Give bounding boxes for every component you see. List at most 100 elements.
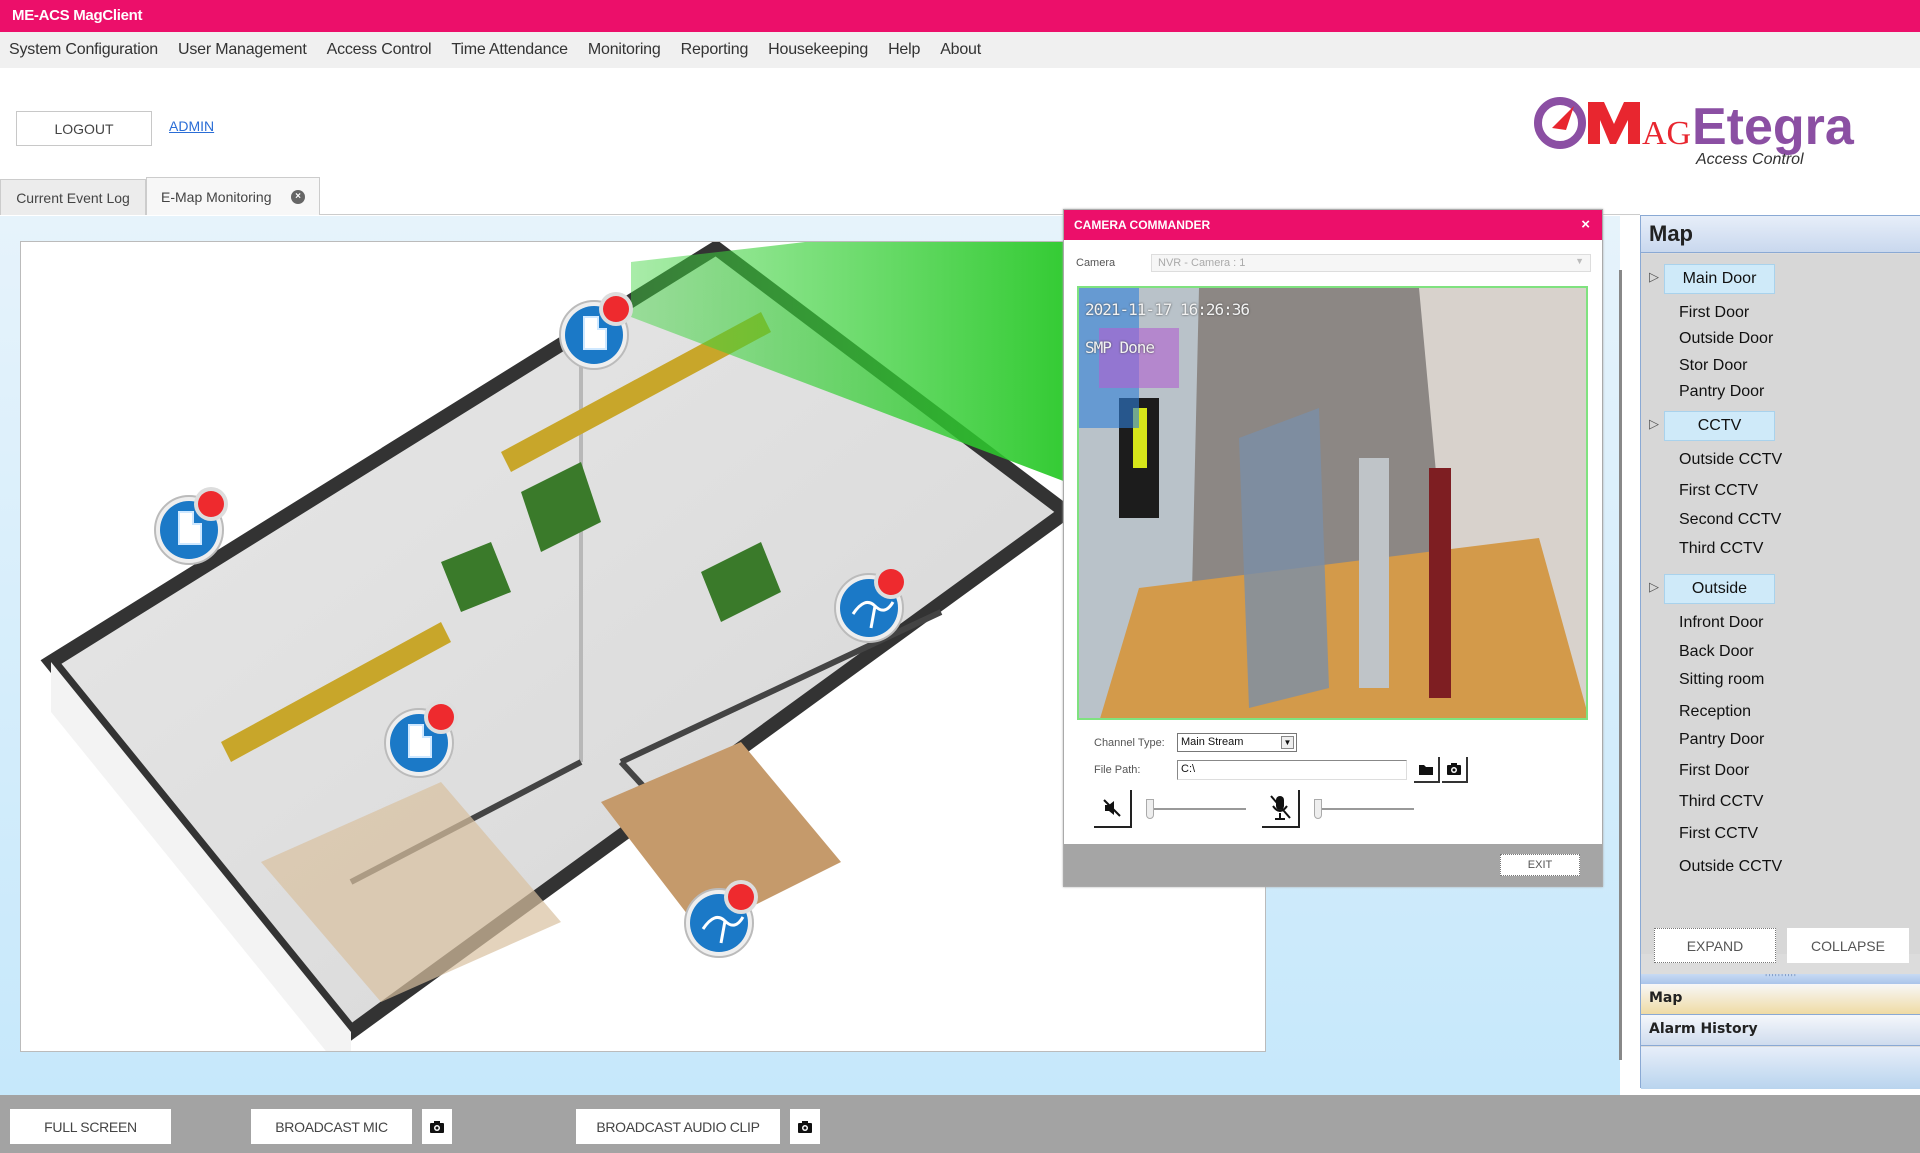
camera-video-feed[interactable]: 2021-11-17 16:26:36 SMP Done [1077, 286, 1588, 720]
logout-button[interactable]: LOGOUT [16, 111, 152, 146]
tree-item[interactable]: First Door [1679, 304, 1749, 322]
chevron-down-icon: ▼ [1281, 736, 1294, 749]
tab-close-icon[interactable]: × [291, 190, 305, 204]
expand-button[interactable]: EXPAND [1654, 928, 1776, 963]
menu-reporting[interactable]: Reporting [681, 41, 749, 59]
tree-item[interactable]: First Door [1679, 762, 1749, 780]
tab-label: E-Map Monitoring [161, 188, 272, 205]
mic-mute-icon [1270, 795, 1291, 820]
browse-folder-button[interactable] [1414, 757, 1440, 783]
magetegra-logo: AG Etegra Access Control [1534, 97, 1855, 168]
cctv-icon [834, 565, 908, 643]
tree-group[interactable]: Outside [1664, 574, 1775, 604]
tab-current-event-log[interactable]: Current Event Log [0, 179, 146, 215]
camera-select[interactable]: NVR - Camera : 1 ▼ [1151, 254, 1591, 272]
accordion-map[interactable]: Map [1641, 984, 1920, 1015]
slider-thumb[interactable] [1314, 799, 1322, 819]
full-screen-button[interactable]: FULL SCREEN [10, 1109, 171, 1144]
speaker-mute-button[interactable] [1094, 790, 1132, 828]
folder-icon [1419, 765, 1433, 775]
door-marker[interactable] [381, 697, 463, 779]
tree-item[interactable]: Sitting room [1679, 671, 1764, 689]
video-timestamp-overlay: 2021-11-17 16:26:36 [1085, 300, 1250, 319]
snapshot-button[interactable] [1442, 757, 1468, 783]
tree-item[interactable]: Outside Door [1679, 330, 1773, 348]
menu-access-control[interactable]: Access Control [327, 41, 432, 59]
cctv-marker[interactable] [681, 877, 763, 959]
tree-group[interactable]: Main Door [1664, 264, 1775, 294]
tree-item[interactable]: First CCTV [1679, 825, 1758, 843]
camera-icon [430, 1120, 444, 1133]
door-marker[interactable] [151, 484, 233, 566]
tree-item[interactable]: Second CCTV [1679, 511, 1781, 529]
menu-time-attendance[interactable]: Time Attendance [451, 41, 568, 59]
broadcast-audio-snapshot-button[interactable] [790, 1109, 820, 1144]
panel-splitter[interactable]: '''''''''' [1641, 974, 1920, 984]
camera-label: Camera [1076, 257, 1116, 269]
file-path-input[interactable]: C:\ [1177, 760, 1407, 780]
door-icon [559, 292, 633, 370]
tree-group[interactable]: CCTV [1664, 411, 1775, 441]
tree-item[interactable]: Back Door [1679, 643, 1754, 661]
tree-item[interactable]: Third CCTV [1679, 540, 1763, 558]
door-marker[interactable] [556, 289, 638, 371]
chevron-down-icon: ▼ [1575, 256, 1584, 266]
camera-icon [1447, 763, 1461, 775]
broadcast-mic-snapshot-button[interactable] [422, 1109, 452, 1144]
menu-bar: System Configuration User Management Acc… [0, 32, 1920, 68]
dialog-title: CAMERA COMMANDER [1074, 218, 1211, 232]
video-channel-overlay: SMP Done [1085, 338, 1155, 357]
tab-label: Current Event Log [16, 189, 130, 206]
alarm-indicator-icon [603, 296, 629, 322]
tree-item[interactable]: Pantry Door [1679, 731, 1764, 749]
menu-housekeeping[interactable]: Housekeeping [768, 41, 868, 59]
menu-help[interactable]: Help [888, 41, 920, 59]
menu-about[interactable]: About [940, 41, 981, 59]
collapse-button[interactable]: COLLAPSE [1787, 928, 1909, 963]
dialog-title-bar: CAMERA COMMANDER × [1064, 210, 1602, 240]
slider-track [1320, 808, 1414, 810]
expand-toggle-icon[interactable]: ▷ [1649, 580, 1659, 595]
alarm-indicator-icon [878, 569, 904, 595]
menu-monitoring[interactable]: Monitoring [588, 41, 661, 59]
workspace-scrollbar[interactable] [1619, 270, 1622, 1060]
dialog-footer: EXIT [1064, 844, 1602, 886]
broadcast-audio-clip-button[interactable]: BROADCAST AUDIO CLIP [576, 1109, 780, 1144]
expand-toggle-icon[interactable]: ▷ [1649, 417, 1659, 432]
accordion-alarm-history[interactable]: Alarm History [1641, 1015, 1920, 1046]
map-panel-title: Map [1641, 216, 1920, 253]
cctv-icon [684, 880, 758, 958]
close-icon[interactable]: × [1581, 216, 1590, 233]
slider-thumb[interactable] [1146, 799, 1154, 819]
tree-item[interactable]: Stor Door [1679, 357, 1747, 375]
logo-ag-text: AG [1642, 115, 1691, 152]
channel-type-select[interactable]: Main Stream ▼ [1177, 733, 1297, 752]
cctv-marker[interactable] [831, 562, 913, 644]
speaker-volume-slider[interactable] [1146, 797, 1246, 821]
exit-button[interactable]: EXIT [1500, 854, 1580, 876]
menu-user-management[interactable]: User Management [178, 41, 307, 59]
tree-item[interactable]: Pantry Door [1679, 383, 1764, 401]
logo-m-glyph [1588, 102, 1640, 144]
expand-toggle-icon[interactable]: ▷ [1649, 270, 1659, 285]
admin-user-link[interactable]: ADMIN [169, 118, 214, 134]
tree-item[interactable]: Infront Door [1679, 614, 1763, 632]
camera-icon [798, 1120, 812, 1133]
channel-type-value: Main Stream [1181, 736, 1244, 748]
tree-item[interactable]: Outside CCTV [1679, 858, 1782, 876]
alarm-indicator-icon [428, 704, 454, 730]
mic-mute-button[interactable] [1262, 790, 1300, 828]
mic-volume-slider[interactable] [1314, 797, 1414, 821]
channel-type-label: Channel Type: [1094, 737, 1165, 749]
tree-item[interactable]: Reception [1679, 703, 1751, 721]
logo-check-icon [1552, 106, 1574, 130]
broadcast-mic-button[interactable]: BROADCAST MIC [251, 1109, 412, 1144]
logo-subtitle: Access Control [1695, 151, 1804, 168]
logo-etegra-text: Etegra [1692, 98, 1855, 156]
menu-system-configuration[interactable]: System Configuration [9, 41, 158, 59]
tree-item[interactable]: Third CCTV [1679, 793, 1763, 811]
tree-item[interactable]: Outside CCTV [1679, 451, 1782, 469]
tab-emap-monitoring[interactable]: E-Map Monitoring × [146, 177, 320, 215]
tree-item[interactable]: First CCTV [1679, 482, 1758, 500]
camera-commander-dialog: CAMERA COMMANDER × Camera NVR - Camera :… [1063, 209, 1603, 887]
